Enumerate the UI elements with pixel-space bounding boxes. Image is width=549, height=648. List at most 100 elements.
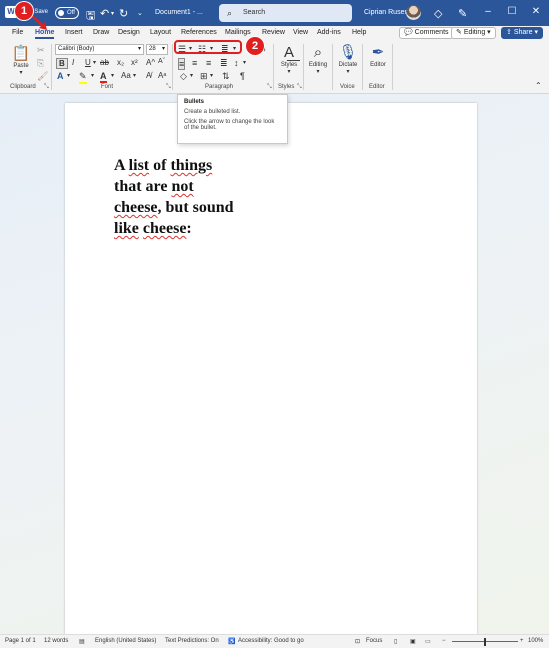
- group-separator: [303, 44, 304, 90]
- sort-icon[interactable]: ⇅: [222, 71, 230, 82]
- minimize-button[interactable]: –: [482, 6, 494, 17]
- text-effects-dropdown-icon[interactable]: ▾: [67, 72, 70, 79]
- borders-dropdown-icon[interactable]: ▾: [210, 72, 213, 79]
- tab-review[interactable]: Review: [262, 29, 285, 36]
- accessibility-status[interactable]: Accessibility: Good to go: [238, 638, 304, 644]
- group-separator: [51, 44, 52, 90]
- word-count[interactable]: 12 words: [44, 638, 68, 644]
- document-heading[interactable]: A list of things that are not cheese, bu…: [114, 155, 264, 239]
- share-button[interactable]: ⇪ Share ▾: [501, 27, 543, 39]
- highlight-color-icon[interactable]: ✎: [79, 71, 87, 84]
- autosave-toggle[interactable]: Off: [55, 7, 79, 19]
- tab-draw[interactable]: Draw: [93, 29, 109, 36]
- undo-icon[interactable]: ↶: [100, 7, 109, 20]
- change-case-icon[interactable]: Aa: [121, 71, 131, 80]
- font-size-pick-icon[interactable]: Aᵃ: [158, 71, 166, 80]
- font-color-dropdown-icon[interactable]: ▾: [111, 72, 114, 79]
- search-input[interactable]: ⌕ Search: [219, 4, 352, 22]
- font-color-icon[interactable]: A: [100, 71, 107, 83]
- read-mode-icon[interactable]: ▯: [394, 638, 397, 645]
- align-left-icon[interactable]: ≡: [178, 58, 186, 70]
- title-bar: W AutoSave Off 🖫 ↶ ▾ ↻ ⌄ Document1 - ...…: [0, 0, 549, 26]
- tab-home[interactable]: Home: [35, 29, 55, 39]
- user-name[interactable]: Ciprian Rusen: [364, 9, 408, 16]
- cut-icon[interactable]: ✂: [37, 45, 45, 56]
- collapse-ribbon-icon[interactable]: ⌃: [535, 81, 542, 90]
- redo-icon[interactable]: ↻: [119, 7, 128, 20]
- zoom-in-icon[interactable]: +: [520, 638, 524, 644]
- strikethrough-button[interactable]: ab: [100, 58, 109, 67]
- proofing-icon[interactable]: ▤: [79, 638, 85, 645]
- show-formatting-icon[interactable]: ¶: [240, 71, 245, 81]
- editing-mode-button[interactable]: ✎ Editing ▾: [451, 27, 496, 39]
- tab-view[interactable]: View: [293, 29, 308, 36]
- italic-button[interactable]: I: [72, 58, 74, 67]
- close-button[interactable]: ✕: [530, 6, 542, 17]
- text-effects-icon[interactable]: A: [57, 71, 64, 81]
- zoom-slider-thumb[interactable]: [484, 638, 486, 646]
- borders-icon[interactable]: ⊞: [200, 71, 208, 82]
- underline-dropdown-icon[interactable]: ▾: [93, 59, 96, 66]
- editing-button[interactable]: ⌕ Editing ▾: [306, 44, 330, 75]
- grow-font-icon[interactable]: A^: [146, 58, 155, 67]
- tab-add-ins[interactable]: Add-ins: [317, 29, 341, 36]
- chevron-down-icon: ▾: [287, 69, 291, 75]
- pen-icon[interactable]: ✎: [458, 7, 467, 20]
- focus-button[interactable]: Focus: [366, 638, 382, 644]
- highlight-dropdown-icon[interactable]: ▾: [91, 72, 94, 79]
- line-spacing-dropdown-icon[interactable]: ▾: [243, 59, 246, 66]
- shading-dropdown-icon[interactable]: ▾: [190, 72, 193, 79]
- subscript-button[interactable]: x₂: [117, 58, 124, 67]
- document-title[interactable]: Document1 - ...: [155, 9, 203, 16]
- change-case-dropdown-icon[interactable]: ▾: [133, 72, 136, 79]
- avatar[interactable]: [406, 5, 421, 20]
- comments-button[interactable]: 💬 Comments: [399, 27, 454, 39]
- copy-icon[interactable]: ⎘: [37, 58, 44, 69]
- tab-layout[interactable]: Layout: [150, 29, 171, 36]
- zoom-out-icon[interactable]: −: [442, 638, 446, 644]
- clipboard-launcher-icon[interactable]: ⤡: [44, 84, 49, 91]
- shrink-font-icon[interactable]: Aˇ: [158, 58, 165, 65]
- text-predictions[interactable]: Text Predictions: On: [165, 638, 219, 644]
- document-workspace: A list of things that are not cheese, bu…: [0, 94, 549, 643]
- paragraph-launcher-icon[interactable]: ⤡: [267, 84, 272, 91]
- tab-mailings[interactable]: Mailings: [225, 29, 251, 36]
- customize-toolbar-icon[interactable]: ⌄: [137, 9, 143, 17]
- dictate-button[interactable]: 🎙 Dictate ▾: [336, 44, 360, 75]
- styles-button[interactable]: A͟ Styles ▾: [278, 44, 300, 75]
- chevron-down-icon: ▾: [316, 69, 320, 75]
- editor-button[interactable]: ✒ Editor: [367, 44, 389, 68]
- align-center-icon[interactable]: ≡: [192, 58, 197, 68]
- group-separator: [332, 44, 333, 90]
- align-right-icon[interactable]: ≡: [206, 58, 211, 68]
- tab-file[interactable]: File: [12, 29, 23, 36]
- bullets-tooltip: Bullets Create a bulleted list. Click th…: [177, 94, 288, 144]
- font-size-field[interactable]: 28 ▾: [146, 44, 168, 55]
- diamond-icon[interactable]: ◇: [434, 7, 442, 20]
- bold-button[interactable]: B: [56, 58, 68, 69]
- tab-design[interactable]: Design: [118, 29, 140, 36]
- print-layout-icon[interactable]: ▣: [410, 638, 416, 645]
- clear-formatting-icon[interactable]: A̸: [146, 71, 151, 80]
- underline-button[interactable]: U: [85, 58, 91, 67]
- tab-insert[interactable]: Insert: [65, 29, 83, 36]
- tab-references[interactable]: References: [181, 29, 217, 36]
- web-layout-icon[interactable]: ▭: [425, 638, 431, 645]
- line-spacing-icon[interactable]: ↕: [234, 58, 239, 68]
- language[interactable]: English (United States): [95, 638, 156, 644]
- zoom-level[interactable]: 100%: [528, 638, 543, 644]
- paste-button[interactable]: 📋 Paste ▾: [10, 45, 32, 76]
- maximize-button[interactable]: ☐: [506, 6, 518, 17]
- font-name-field[interactable]: Calibri (Body) ▾: [55, 44, 144, 55]
- shading-icon[interactable]: ◇: [180, 71, 187, 82]
- superscript-button[interactable]: x²: [131, 58, 138, 67]
- font-launcher-icon[interactable]: ⤡: [166, 84, 171, 91]
- styles-launcher-icon[interactable]: ⤡: [297, 84, 302, 91]
- justify-icon[interactable]: ≣: [220, 58, 228, 69]
- document-page[interactable]: A list of things that are not cheese, bu…: [65, 103, 477, 643]
- format-painter-icon[interactable]: 🖌: [37, 71, 48, 82]
- save-icon[interactable]: 🖫: [86, 7, 95, 26]
- tab-help[interactable]: Help: [352, 29, 366, 36]
- page-count[interactable]: Page 1 of 1: [5, 638, 36, 644]
- undo-dropdown-icon[interactable]: ▾: [111, 10, 114, 17]
